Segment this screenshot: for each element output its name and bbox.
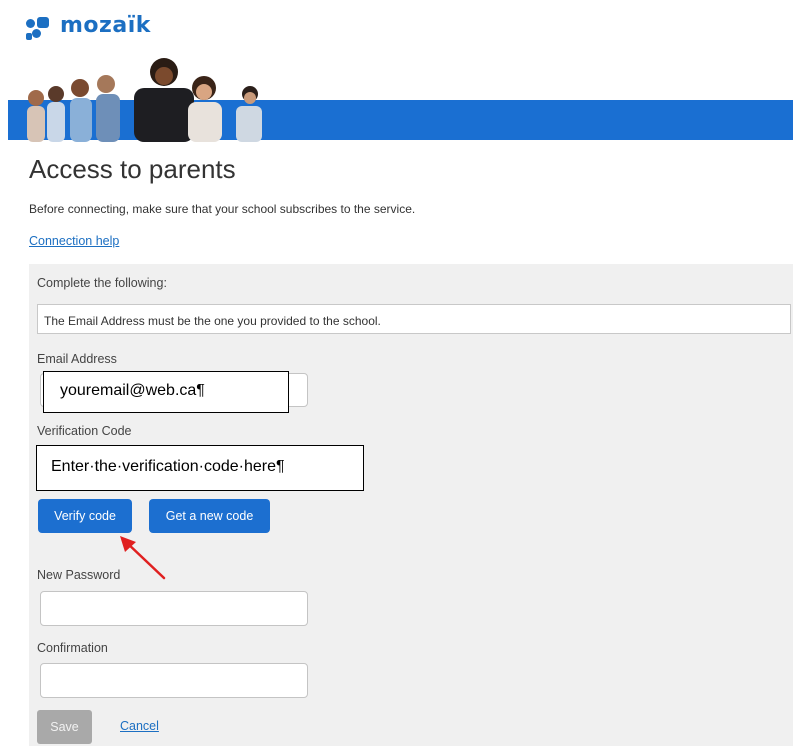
verify-code-button[interactable]: Verify code	[38, 499, 132, 533]
email-annotation: youremail@web.ca¶	[43, 371, 289, 413]
people-illustration	[27, 58, 262, 142]
cancel-link[interactable]: Cancel	[120, 719, 159, 733]
brand-name: mozaïk	[60, 12, 151, 38]
confirmation-label: Confirmation	[37, 641, 108, 655]
verification-code-label: Verification Code	[37, 424, 132, 438]
page-title: Access to parents	[29, 154, 236, 184]
new-password-label: New Password	[37, 568, 121, 582]
connection-help-link[interactable]: Connection help	[29, 234, 119, 248]
mozaik-logo-icon	[26, 15, 52, 41]
get-new-code-button[interactable]: Get a new code	[149, 499, 270, 533]
verification-code-annotation: Enter·the·verification·code·here¶	[36, 445, 364, 491]
info-message: The Email Address must be the one you pr…	[37, 304, 791, 334]
mozaik-logo[interactable]: mozaïk	[26, 10, 151, 46]
confirmation-input[interactable]	[40, 663, 308, 698]
new-password-input[interactable]	[40, 591, 308, 626]
email-label: Email Address	[37, 352, 117, 366]
annotation-arrow-icon	[120, 536, 166, 580]
form-instructions: Complete the following:	[37, 276, 167, 290]
page-subtitle: Before connecting, make sure that your s…	[29, 202, 416, 216]
save-button[interactable]: Save	[37, 710, 92, 744]
